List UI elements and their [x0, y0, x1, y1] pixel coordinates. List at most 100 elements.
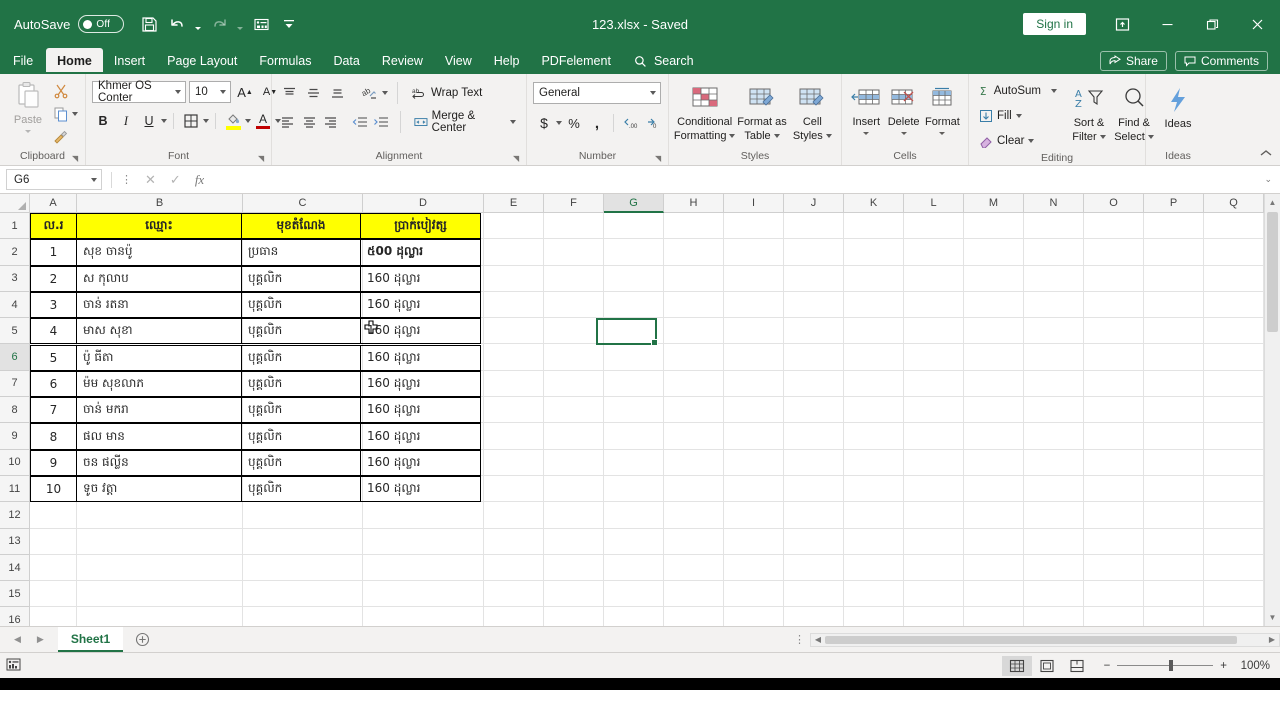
cell-Q14[interactable]: [1204, 554, 1264, 582]
cell-L13[interactable]: [904, 528, 964, 555]
cell-G4[interactable]: [604, 291, 664, 319]
cell-Q11[interactable]: [1204, 475, 1264, 503]
cell-N13[interactable]: [1024, 528, 1084, 555]
align-right-button[interactable]: [321, 111, 341, 133]
row-header-16[interactable]: 16: [0, 607, 29, 626]
cell-I16[interactable]: [724, 607, 784, 626]
zoom-level-label[interactable]: 100%: [1234, 660, 1270, 672]
cell-Q4[interactable]: [1204, 291, 1264, 319]
cell-N12[interactable]: [1024, 502, 1084, 529]
cell-O9[interactable]: [1084, 423, 1144, 450]
column-header-H[interactable]: H: [664, 194, 724, 212]
cell-H8[interactable]: [664, 397, 724, 424]
merge-center-dropdown-icon[interactable]: [510, 120, 516, 124]
previous-sheet-icon[interactable]: ◀: [14, 634, 21, 645]
tab-review[interactable]: Review: [371, 48, 434, 74]
orientation-dropdown-icon[interactable]: [382, 91, 388, 95]
delete-cells-dropdown-icon[interactable]: [900, 131, 907, 135]
cell-D15[interactable]: [363, 581, 484, 608]
row-header-14[interactable]: 14: [0, 554, 29, 582]
autosum-dropdown-icon[interactable]: [1051, 89, 1057, 93]
cell-J13[interactable]: [784, 528, 844, 555]
number-format-combo[interactable]: General: [533, 82, 661, 104]
cell-G15[interactable]: [604, 581, 664, 608]
tab-view[interactable]: View: [434, 48, 483, 74]
page-break-preview-icon[interactable]: [1062, 656, 1092, 676]
percent-format-button[interactable]: %: [563, 112, 585, 134]
cell-E6[interactable]: [484, 344, 544, 371]
column-header-I[interactable]: I: [724, 194, 784, 212]
cell-O7[interactable]: [1084, 370, 1144, 398]
restore-icon[interactable]: [1190, 0, 1235, 48]
cell-O1[interactable]: [1084, 213, 1144, 240]
cell-P6[interactable]: [1144, 344, 1204, 371]
cell-M1[interactable]: [964, 213, 1024, 240]
table-cell[interactable]: បុគ្គលិក: [241, 449, 361, 476]
row-header-7[interactable]: 7: [0, 370, 29, 398]
cell-E16[interactable]: [484, 607, 544, 626]
cell-G7[interactable]: [604, 370, 664, 398]
column-header-G[interactable]: G: [604, 194, 664, 213]
cell-J4[interactable]: [784, 291, 844, 319]
table-cell[interactable]: សុខ ចានប៉ូ: [76, 239, 242, 266]
row-header-12[interactable]: 12: [0, 502, 29, 529]
font-color-button[interactable]: A: [252, 110, 274, 132]
tab-formulas[interactable]: Formulas: [248, 48, 322, 74]
cell-J9[interactable]: [784, 423, 844, 450]
cell-N6[interactable]: [1024, 344, 1084, 371]
cell-F5[interactable]: [544, 318, 604, 345]
cell-O15[interactable]: [1084, 581, 1144, 608]
table-header-cell[interactable]: ឈ្មោះ: [76, 213, 242, 240]
table-cell[interactable]: បុគ្គលិក: [241, 370, 361, 398]
comments-button[interactable]: Comments: [1174, 51, 1268, 71]
cell-B13[interactable]: [77, 528, 243, 555]
row-header-8[interactable]: 8: [0, 397, 29, 424]
tab-page-layout[interactable]: Page Layout: [156, 48, 248, 74]
cell-J14[interactable]: [784, 554, 844, 582]
table-cell[interactable]: 7: [30, 397, 77, 424]
cell-G1[interactable]: [604, 213, 664, 240]
column-header-A[interactable]: A: [30, 194, 77, 212]
cell-E9[interactable]: [484, 423, 544, 450]
cell-L15[interactable]: [904, 581, 964, 608]
row-header-3[interactable]: 3: [0, 265, 29, 292]
tab-help[interactable]: Help: [483, 48, 531, 74]
normal-view-icon[interactable]: [1001, 655, 1032, 676]
cell-P11[interactable]: [1144, 475, 1204, 503]
sort-filter-button[interactable]: AZ Sort & Filter: [1067, 80, 1111, 143]
table-cell[interactable]: បុគ្គលិក: [241, 318, 361, 345]
cell-P3[interactable]: [1144, 265, 1204, 292]
accounting-format-button[interactable]: $: [533, 112, 555, 134]
cell-Q5[interactable]: [1204, 318, 1264, 345]
italic-button[interactable]: I: [115, 110, 137, 132]
cell-G11[interactable]: [604, 475, 664, 503]
cell-F10[interactable]: [544, 449, 604, 476]
underline-button[interactable]: U: [138, 110, 160, 132]
cell-M6[interactable]: [964, 344, 1024, 371]
cell-J8[interactable]: [784, 397, 844, 424]
cell-B14[interactable]: [77, 554, 243, 582]
scroll-right-arrow-icon[interactable]: ▶: [1265, 635, 1279, 644]
table-cell[interactable]: ផល មាន: [76, 423, 242, 450]
cell-M14[interactable]: [964, 554, 1024, 582]
table-cell[interactable]: បុគ្គលិក: [241, 291, 361, 319]
font-size-combo[interactable]: 10: [189, 81, 231, 103]
table-header-cell[interactable]: ល.រ: [30, 213, 77, 240]
cell-M3[interactable]: [964, 265, 1024, 292]
fill-dropdown-icon[interactable]: [1015, 114, 1022, 118]
format-as-table-button[interactable]: Format as Table: [735, 79, 789, 142]
cell-H16[interactable]: [664, 607, 724, 626]
cell-L12[interactable]: [904, 502, 964, 529]
cell-M13[interactable]: [964, 528, 1024, 555]
cell-N4[interactable]: [1024, 291, 1084, 319]
cell-K7[interactable]: [844, 370, 904, 398]
cell-D16[interactable]: [363, 607, 484, 626]
cell-F14[interactable]: [544, 554, 604, 582]
grid-cells[interactable]: ល.រ ឈ្មោះ មុខតំណែង ប្រាក់បៀវត្ស 1 សុខ ចានប៉ូប…: [30, 213, 1280, 626]
cell-N7[interactable]: [1024, 370, 1084, 398]
column-header-Q[interactable]: Q: [1204, 194, 1264, 212]
page-layout-view-icon[interactable]: [1032, 656, 1062, 676]
cell-A12[interactable]: [30, 502, 77, 529]
cell-H10[interactable]: [664, 449, 724, 476]
cell-B12[interactable]: [77, 502, 243, 529]
